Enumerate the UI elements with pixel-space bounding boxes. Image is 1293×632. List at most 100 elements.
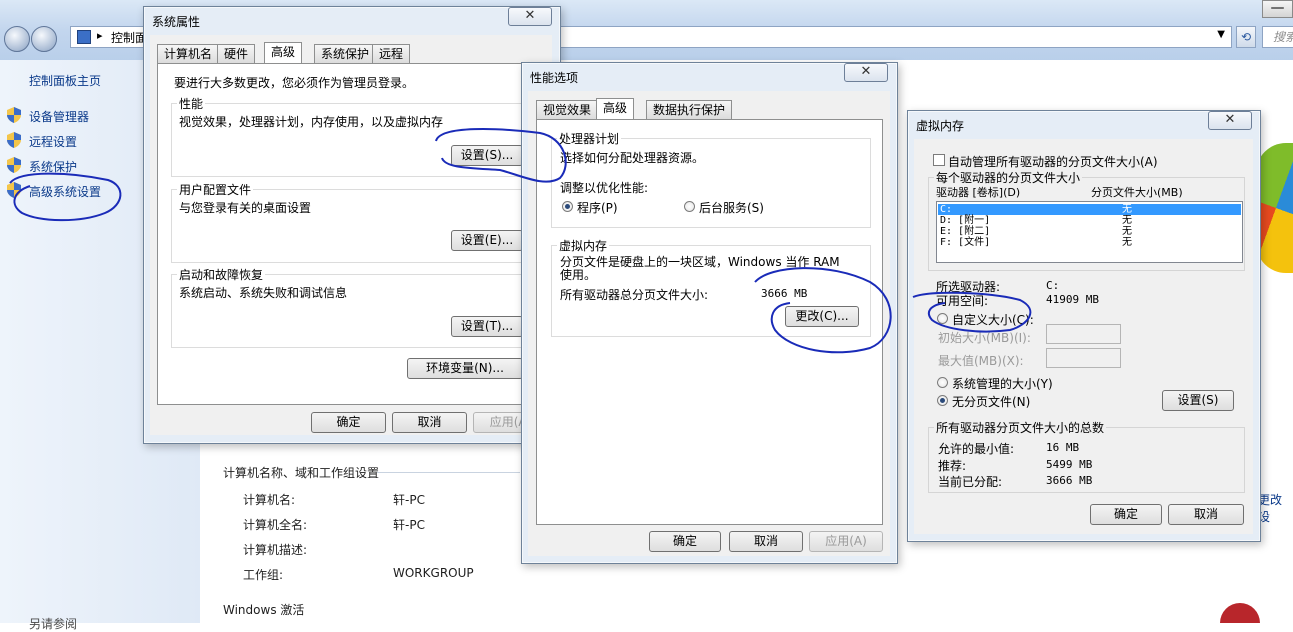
list-item[interactable]: C: 无 bbox=[938, 204, 1241, 215]
initial-size-label: 初始大小(MB)(I): bbox=[938, 331, 1031, 345]
close-button[interactable]: ✕ bbox=[844, 63, 888, 82]
tab-hardware[interactable]: 硬件 bbox=[217, 44, 256, 63]
initial-size-input[interactable] bbox=[1046, 324, 1121, 344]
recommended-label: 推荐: bbox=[938, 459, 967, 473]
auto-manage-checkbox[interactable] bbox=[933, 154, 945, 166]
performance-desc: 视觉效果，处理器计划，内存使用，以及虚拟内存 bbox=[179, 115, 444, 129]
user-profiles-settings-button[interactable]: 设置(E)... bbox=[451, 230, 523, 251]
auto-manage-label[interactable]: 自动管理所有驱动器的分页文件大小(A) bbox=[948, 153, 1158, 170]
total-paging-value: 3666 MB bbox=[761, 287, 808, 300]
tab-dep[interactable]: 数据执行保护 bbox=[646, 100, 733, 119]
custom-size-label[interactable]: 自定义大小(C): bbox=[952, 311, 1034, 328]
startup-recovery-label: 启动和故障恢复 bbox=[177, 266, 266, 283]
virtual-memory-dialog: 虚拟内存 ✕ 自动管理所有驱动器的分页文件大小(A) 每个驱动器的分页文件大小 … bbox=[907, 110, 1261, 542]
cancel-button[interactable]: 取消 bbox=[1168, 504, 1244, 525]
adjust-performance-label: 调整以优化性能: bbox=[560, 181, 649, 195]
no-paging-label[interactable]: 无分页文件(N) bbox=[952, 393, 1030, 410]
list-item[interactable]: F: [文件] 无 bbox=[938, 237, 1241, 248]
sidebar-see-also: 另请参阅 bbox=[29, 617, 78, 631]
computer-description-label: 计算机描述: bbox=[243, 543, 308, 557]
workgroup-value: WORKGROUP bbox=[393, 566, 474, 580]
selected-drive-value: C: bbox=[1046, 279, 1060, 292]
system-managed-radio[interactable] bbox=[937, 377, 948, 388]
min-allowed-label: 允许的最小值: bbox=[938, 442, 1015, 456]
column-size-header: 分页文件大小(MB) bbox=[1091, 186, 1183, 199]
sidebar-item-remote-settings[interactable]: 远程设置 bbox=[29, 133, 77, 150]
admin-note: 要进行大多数更改，您必须作为管理员登录。 bbox=[174, 76, 415, 90]
search-input[interactable]: 搜索 bbox=[1262, 26, 1293, 48]
sidebar-item-advanced-system-settings[interactable]: 高级系统设置 bbox=[29, 183, 101, 200]
tab-advanced[interactable]: 高级 bbox=[596, 98, 635, 120]
set-button[interactable]: 设置(S) bbox=[1162, 390, 1234, 411]
ok-button[interactable]: 确定 bbox=[1090, 504, 1162, 525]
close-button[interactable]: ✕ bbox=[1208, 111, 1252, 130]
drive-list[interactable]: C: 无 D: [附一] 无 E: [附二] 无 F: [文件] 无 bbox=[936, 201, 1243, 263]
ok-button[interactable]: 确定 bbox=[649, 531, 721, 552]
tab-visual-effects[interactable]: 视觉效果 bbox=[536, 100, 599, 119]
user-profiles-desc: 与您登录有关的桌面设置 bbox=[179, 201, 312, 215]
tab-advanced[interactable]: 高级 bbox=[264, 42, 303, 64]
tab-computer-name[interactable]: 计算机名 bbox=[157, 44, 220, 63]
user-profiles-label: 用户配置文件 bbox=[177, 181, 254, 198]
section-activation: Windows 激活 bbox=[223, 603, 305, 617]
max-size-label: 最大值(MB)(X): bbox=[938, 354, 1024, 368]
total-paging-label: 所有驱动器总分页文件大小: bbox=[560, 288, 709, 302]
close-button[interactable]: ✕ bbox=[508, 7, 552, 26]
free-space-label: 可用空间: bbox=[936, 294, 989, 308]
tab-remote[interactable]: 远程 bbox=[372, 44, 411, 63]
programs-radio[interactable] bbox=[562, 201, 573, 212]
control-panel-icon bbox=[77, 30, 91, 44]
change-settings-link[interactable]: 更改设 bbox=[1258, 491, 1293, 525]
chevron-down-icon[interactable]: ▼ bbox=[1217, 29, 1225, 40]
sidebar-item-device-manager[interactable]: 设备管理器 bbox=[29, 108, 89, 125]
sidebar-home-link[interactable]: 控制面板主页 bbox=[29, 72, 101, 89]
ok-button[interactable]: 确定 bbox=[311, 412, 386, 433]
performance-label: 性能 bbox=[177, 95, 206, 112]
startup-recovery-settings-button[interactable]: 设置(T)... bbox=[451, 316, 523, 337]
processor-scheduling-desc: 选择如何分配处理器资源。 bbox=[560, 151, 705, 165]
dialog-title: 虚拟内存 bbox=[916, 119, 965, 133]
apply-button[interactable]: 应用(A) bbox=[809, 531, 883, 552]
section-divider bbox=[377, 472, 520, 473]
processor-scheduling-label: 处理器计划 bbox=[557, 130, 622, 147]
startup-recovery-desc: 系统启动、系统失败和调试信息 bbox=[179, 286, 348, 300]
tab-system-protection[interactable]: 系统保护 bbox=[314, 44, 377, 63]
background-services-radio[interactable] bbox=[684, 201, 695, 212]
virtual-memory-desc: 分页文件是硬盘上的一块区域，Windows 当作 RAM 使用。 bbox=[560, 255, 840, 282]
computer-name-value: 轩-PC bbox=[393, 493, 425, 507]
computer-name-label: 计算机名: bbox=[243, 493, 296, 507]
forward-button[interactable] bbox=[31, 26, 57, 52]
minimize-button[interactable]: — bbox=[1262, 0, 1293, 18]
list-item[interactable]: D: [附一] 无 bbox=[938, 215, 1241, 226]
change-virtual-memory-button[interactable]: 更改(C)... bbox=[785, 306, 859, 327]
recommended-value: 5499 MB bbox=[1046, 458, 1093, 471]
back-button[interactable] bbox=[4, 26, 30, 52]
breadcrumb-arrow-icon: ▸ bbox=[97, 29, 103, 42]
environment-variables-button[interactable]: 环境变量(N)... bbox=[407, 358, 523, 379]
cancel-button[interactable]: 取消 bbox=[729, 531, 803, 552]
performance-options-dialog: 性能选项 ✕ 视觉效果 高级 数据执行保护 处理器计划 选择如何分配处理器资源。… bbox=[521, 62, 898, 564]
currently-allocated-label: 当前已分配: bbox=[938, 475, 1003, 489]
no-paging-radio[interactable] bbox=[937, 395, 948, 406]
system-managed-label[interactable]: 系统管理的大小(Y) bbox=[952, 375, 1053, 392]
section-computer-name: 计算机名称、域和工作组设置 bbox=[223, 466, 380, 480]
background-services-radio-label[interactable]: 后台服务(S) bbox=[699, 199, 764, 216]
list-item[interactable]: E: [附二] 无 bbox=[938, 226, 1241, 237]
cancel-button[interactable]: 取消 bbox=[392, 412, 467, 433]
custom-size-radio[interactable] bbox=[937, 313, 948, 324]
performance-settings-button[interactable]: 设置(S)... bbox=[451, 145, 523, 166]
computer-fullname-value: 轩-PC bbox=[393, 518, 425, 532]
system-properties-dialog: 系统属性 ✕ 计算机名 硬件 高级 系统保护 远程 要进行大多数更改，您必须作为… bbox=[143, 6, 561, 444]
computer-fullname-label: 计算机全名: bbox=[243, 518, 308, 532]
programs-radio-label[interactable]: 程序(P) bbox=[577, 199, 618, 216]
breadcrumb[interactable]: 控制面 bbox=[111, 29, 147, 46]
free-space-value: 41909 MB bbox=[1046, 293, 1099, 306]
min-allowed-value: 16 MB bbox=[1046, 441, 1080, 454]
sidebar-item-system-protection[interactable]: 系统保护 bbox=[29, 158, 77, 175]
currently-allocated-value: 3666 MB bbox=[1046, 474, 1093, 487]
refresh-icon[interactable]: ⟲ bbox=[1236, 26, 1256, 48]
shield-icon bbox=[7, 157, 21, 173]
shield-icon bbox=[7, 107, 21, 123]
max-size-input[interactable] bbox=[1046, 348, 1121, 368]
dialog-title: 系统属性 bbox=[152, 15, 201, 29]
